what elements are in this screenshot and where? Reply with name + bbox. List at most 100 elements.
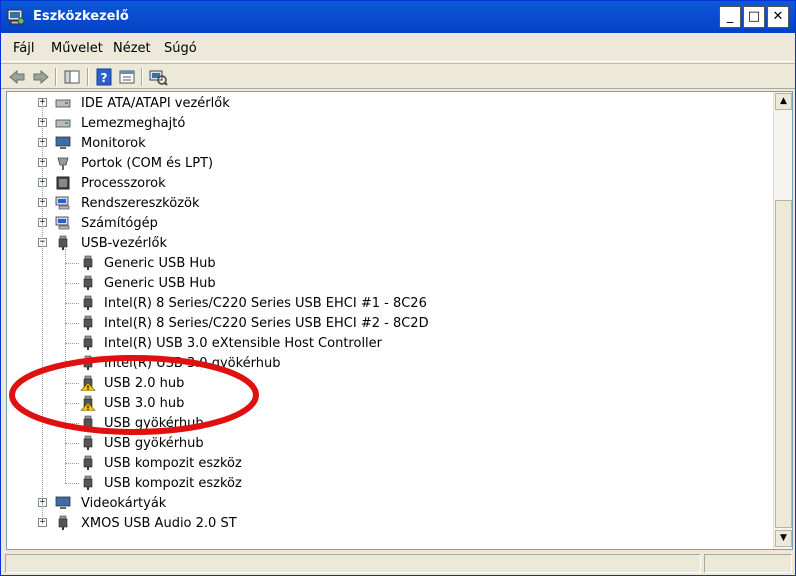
tree-category-item[interactable]: + Monitorok <box>7 133 773 153</box>
tree-item-label: Portok (COM és LPT) <box>81 156 214 171</box>
usb-device-item[interactable]: Generic USB Hub <box>7 253 773 273</box>
ide-controller-icon <box>55 99 71 108</box>
usb-device-item[interactable]: USB kompozit eszköz <box>7 453 773 473</box>
show-hide-tree-icon[interactable] <box>62 67 82 87</box>
tree-connector-line <box>42 103 43 523</box>
tree-item-label: USB gyökérhub <box>104 436 204 451</box>
usb-device-item[interactable]: USB 2.0 hub <box>7 373 773 393</box>
usb-device-icon <box>83 355 93 370</box>
usb-device-item[interactable]: USB kompozit eszköz <box>7 473 773 493</box>
usb-device-icon <box>83 415 93 430</box>
disk-drive-icon <box>55 119 71 128</box>
scan-hardware-icon[interactable] <box>148 67 168 87</box>
tree-item-label: USB kompozit eszköz <box>104 456 242 471</box>
usb-device-icon <box>83 255 93 270</box>
device-tree[interactable]: + IDE ATA/ATAPI vezérlők + Lemezmeghajtó + Mo… <box>7 92 773 549</box>
tree-item-label: Videokártyák <box>81 496 167 511</box>
tree-category-item[interactable]: + Processzorok <box>7 173 773 193</box>
toolbar-separator <box>55 68 57 86</box>
tree-connector-line <box>65 263 79 264</box>
scroll-down-button[interactable]: ▼ <box>775 530 792 547</box>
tree-item-label: Rendszereszközök <box>81 196 200 211</box>
toolbar: ? <box>1 63 795 89</box>
menu-file[interactable]: Fájl <box>13 41 34 56</box>
menu-view[interactable]: Nézet <box>113 41 151 56</box>
toolbar-separator <box>141 68 143 86</box>
tree-item-label: USB kompozit eszköz <box>104 476 242 491</box>
forward-arrow-icon[interactable] <box>31 67 51 87</box>
usb-device-item[interactable]: Intel(R) USB 3.0 gyökérhub <box>7 353 773 373</box>
tree-item-label: Számítógép <box>81 216 158 231</box>
tree-connector-line <box>65 283 79 284</box>
status-pane-main <box>5 554 701 573</box>
usb-device-item[interactable]: USB 3.0 hub <box>7 393 773 413</box>
menu-help[interactable]: Súgó <box>164 41 197 56</box>
tree-category-item[interactable]: + Számítógép <box>7 213 773 233</box>
minimize-button[interactable]: _ <box>719 6 741 28</box>
tree-item-label: Generic USB Hub <box>104 256 216 271</box>
tree-item-label: IDE ATA/ATAPI vezérlők <box>81 96 230 111</box>
tree-category-item[interactable]: + IDE ATA/ATAPI vezérlők <box>7 93 773 113</box>
usb-device-warning-icon <box>80 395 96 411</box>
tree-connector-line <box>65 403 79 404</box>
display-adapter-icon <box>55 496 71 509</box>
usb-device-warning-icon <box>80 375 96 391</box>
tree-item-label: Intel(R) 8 Series/C220 Series USB EHCI #… <box>104 316 429 331</box>
tree-connector-line <box>65 483 79 484</box>
usb-audio-icon <box>58 515 68 530</box>
window-title: Eszközkezelő <box>33 9 129 24</box>
tree-category-item[interactable]: + Rendszereszközök <box>7 193 773 213</box>
tree-item-label: Intel(R) USB 3.0 gyökérhub <box>104 356 281 371</box>
tree-item-label: USB-vezérlők <box>81 236 167 251</box>
close-button[interactable]: ✕ <box>767 6 789 28</box>
usb-device-item[interactable]: USB gyökérhub <box>7 433 773 453</box>
scroll-up-button[interactable]: ▲ <box>775 93 792 110</box>
title-bar[interactable]: Eszközkezelő _ □ ✕ <box>1 1 795 33</box>
usb-device-icon <box>83 475 93 490</box>
device-manager-window: Eszközkezelő _ □ ✕ Fájl Művelet Nézet Sú… <box>0 0 796 576</box>
tree-item-label: Generic USB Hub <box>104 276 216 291</box>
tree-item-label: Lemezmeghajtó <box>81 116 186 131</box>
usb-device-icon <box>83 435 93 450</box>
tree-category-usb[interactable]: − USB-vezérlők <box>7 233 773 253</box>
status-bar <box>1 552 795 575</box>
computer-icon <box>55 216 70 230</box>
tree-item-label: Monitorok <box>81 136 146 151</box>
tree-connector-line <box>65 423 79 424</box>
tree-connector-line <box>65 343 79 344</box>
usb-device-icon <box>83 295 93 310</box>
tree-connector-line <box>65 443 79 444</box>
back-arrow-icon[interactable] <box>7 67 27 87</box>
vertical-scrollbar[interactable]: ▲ ▼ <box>773 92 792 549</box>
tree-category-item[interactable]: + Lemezmeghajtó <box>7 113 773 133</box>
tree-category-item[interactable]: + Videokártyák <box>7 493 773 513</box>
usb-device-icon <box>83 455 93 470</box>
tree-category-item[interactable]: + XMOS USB Audio 2.0 ST <box>7 513 773 533</box>
usb-device-item[interactable]: Intel(R) 8 Series/C220 Series USB EHCI #… <box>7 313 773 333</box>
usb-device-item[interactable]: Generic USB Hub <box>7 273 773 293</box>
help-icon[interactable]: ? <box>94 67 114 87</box>
tree-item-label: USB 3.0 hub <box>104 396 185 411</box>
tree-item-label: Processzorok <box>81 176 166 191</box>
menu-bar: Fájl Művelet Nézet Súgó <box>1 34 795 62</box>
properties-icon[interactable] <box>117 67 137 87</box>
usb-device-item[interactable]: Intel(R) 8 Series/C220 Series USB EHCI #… <box>7 293 773 313</box>
usb-device-item[interactable]: Intel(R) USB 3.0 eXtensible Host Control… <box>7 333 773 353</box>
usb-device-icon <box>83 335 93 350</box>
scroll-thumb[interactable] <box>775 200 792 528</box>
device-manager-icon <box>7 9 25 25</box>
usb-device-item[interactable]: USB gyökérhub <box>7 413 773 433</box>
status-pane-secondary <box>704 554 792 573</box>
tree-item-label: Intel(R) USB 3.0 eXtensible Host Control… <box>104 336 383 351</box>
port-icon <box>57 157 69 170</box>
tree-connector-line <box>65 463 79 464</box>
monitor-icon <box>55 136 71 149</box>
tree-category-item[interactable]: + Portok (COM és LPT) <box>7 153 773 173</box>
tree-item-label: USB gyökérhub <box>104 416 204 431</box>
system-devices-icon <box>55 196 70 210</box>
tree-connector-line <box>65 383 79 384</box>
usb-device-icon <box>83 315 93 330</box>
menu-action[interactable]: Művelet <box>51 41 103 56</box>
tree-connector-line <box>65 249 66 483</box>
maximize-button[interactable]: □ <box>743 6 765 28</box>
